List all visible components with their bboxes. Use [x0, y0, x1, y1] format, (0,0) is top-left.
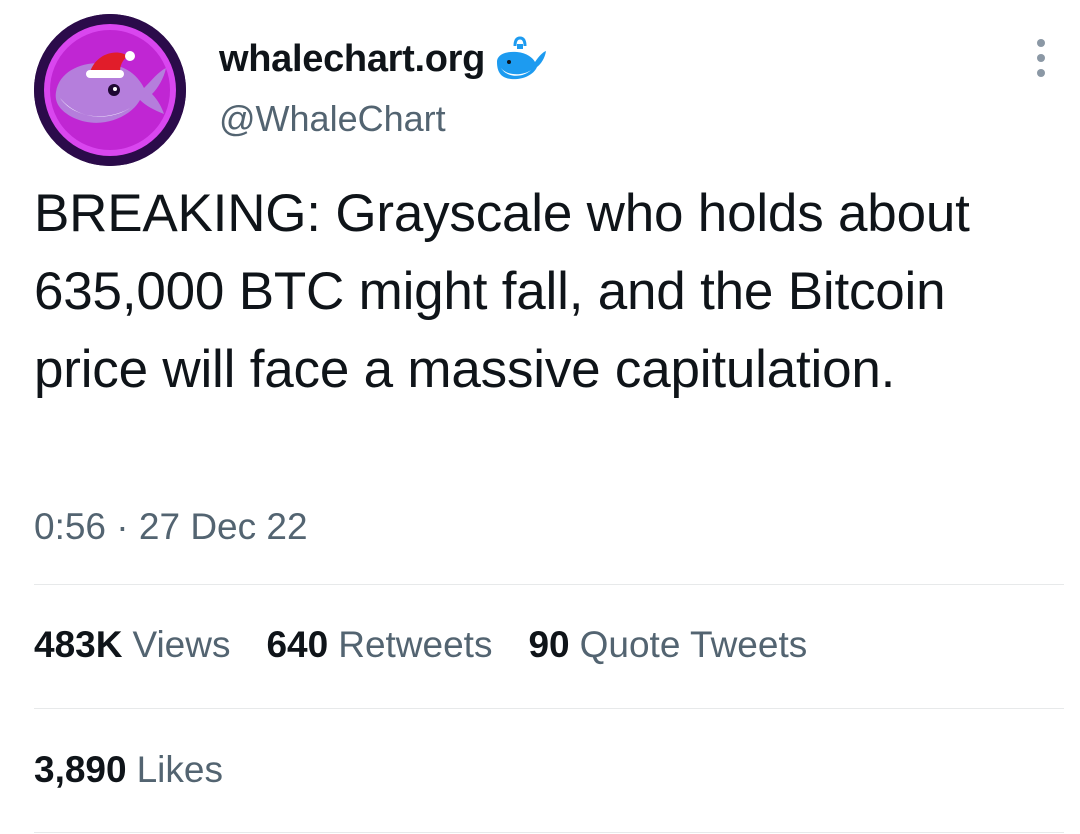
tweet-text: BREAKING: Grayscale who holds about 635,… [34, 184, 970, 399]
likes-row: 3,890 Likes [34, 749, 223, 791]
divider [34, 832, 1064, 833]
likes-label: Likes [136, 749, 223, 790]
tweet-card: whalechart.org @WhaleChart BREAKING: Gra… [0, 0, 1080, 834]
views-stat[interactable]: 483K Views [34, 624, 230, 666]
views-count: 483K [34, 624, 123, 665]
author-display-name[interactable]: whalechart.org [219, 36, 547, 82]
quote-tweets-count: 90 [528, 624, 570, 665]
avatar[interactable] [34, 14, 186, 166]
whale-santa-hat-avatar-icon [34, 14, 186, 166]
engagement-stats: 483K Views 640 Retweets 90 Quote Tweets [34, 624, 807, 666]
likes-stat[interactable]: 3,890 Likes [34, 749, 223, 790]
quote-tweets-label: Quote Tweets [579, 624, 808, 665]
likes-count: 3,890 [34, 749, 127, 790]
retweets-count: 640 [266, 624, 329, 665]
whale-icon [493, 36, 547, 82]
author-handle[interactable]: @WhaleChart [219, 98, 446, 140]
quote-tweets-stat[interactable]: 90 Quote Tweets [528, 624, 807, 666]
retweets-stat[interactable]: 640 Retweets [266, 624, 492, 666]
more-vertical-icon[interactable] [1026, 36, 1056, 80]
retweets-label: Retweets [338, 624, 493, 665]
views-label: Views [132, 624, 231, 665]
divider [34, 584, 1064, 585]
tweet-timestamp[interactable]: 0:56 · 27 Dec 22 [34, 506, 308, 548]
meta-separator: · [116, 506, 139, 547]
divider [34, 708, 1064, 709]
tweet-time[interactable]: 0:56 [34, 506, 106, 547]
display-name-text: whalechart.org [219, 37, 486, 80]
tweet-date[interactable]: 27 Dec 22 [139, 506, 308, 547]
